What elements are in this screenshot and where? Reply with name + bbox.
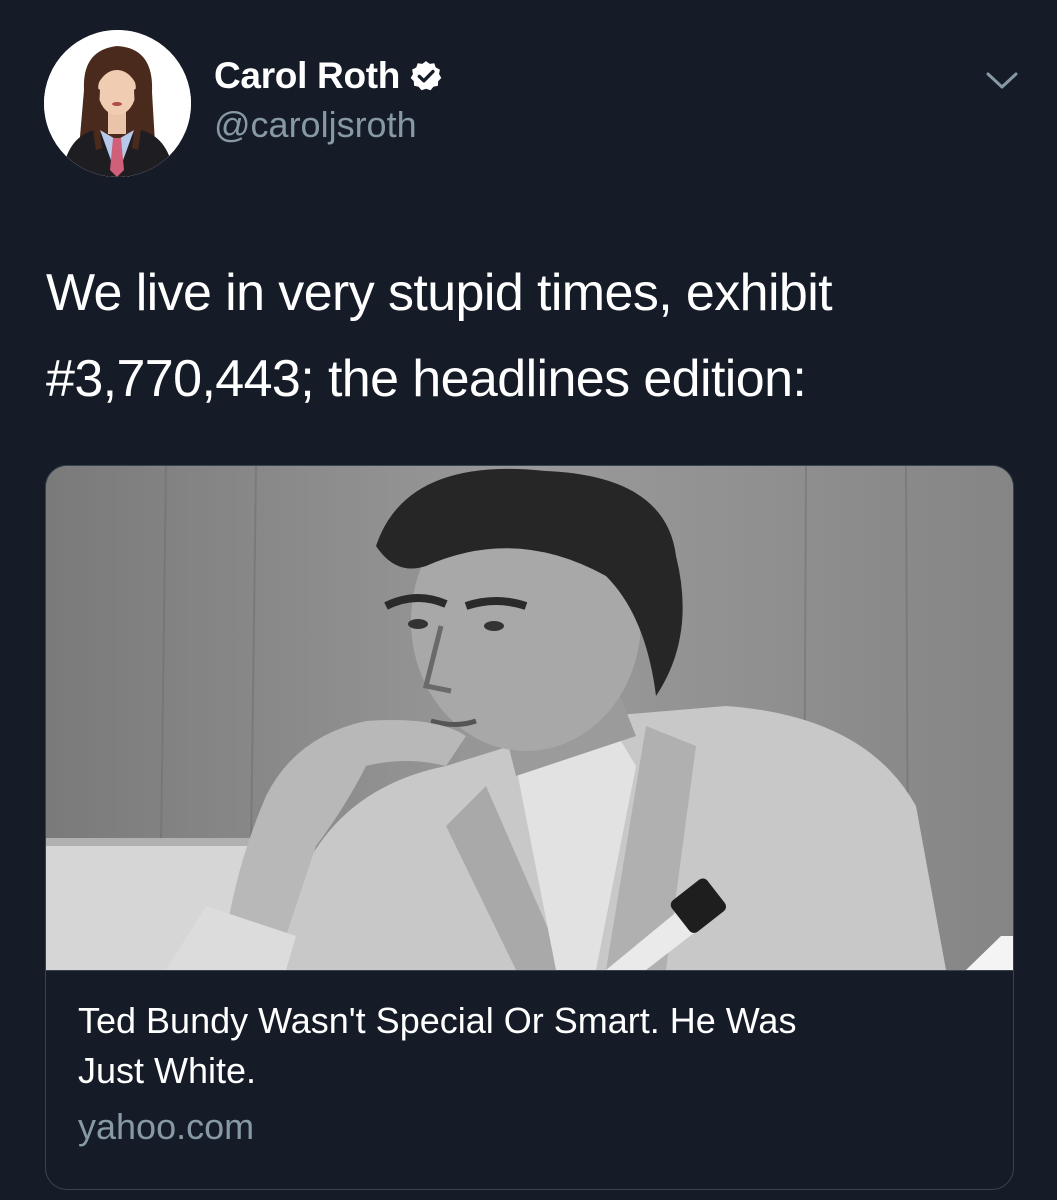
- link-card[interactable]: Ted Bundy Wasn't Special Or Smart. He Wa…: [45, 465, 1014, 1190]
- tweet-text-line: #3,770,443; the headlines edition:: [46, 350, 807, 408]
- card-domain[interactable]: yahoo.com: [78, 1106, 254, 1148]
- card-title[interactable]: Ted Bundy Wasn't Special Or Smart. He Wa…: [78, 996, 978, 1096]
- card-title-line[interactable]: Ted Bundy Wasn't Special Or Smart. He Wa…: [78, 996, 978, 1046]
- verified-badge-icon: [409, 59, 443, 93]
- card-image[interactable]: [46, 466, 1013, 971]
- tweet[interactable]: Carol Roth @caroljsroth We live in very …: [0, 0, 1057, 1200]
- photo-icon: [46, 466, 1013, 970]
- tweet-text-line: We live in very stupid times, exhibit: [46, 264, 833, 322]
- card-title-line[interactable]: Just White.: [78, 1046, 978, 1096]
- display-name[interactable]: Carol Roth: [214, 55, 400, 97]
- chevron-down-icon[interactable]: [985, 70, 1019, 92]
- author-handle[interactable]: @caroljsroth: [214, 104, 417, 146]
- tweet-text: We live in very stupid times, exhibit #3…: [46, 250, 1016, 422]
- avatar[interactable]: [44, 30, 191, 177]
- avatar-photo-icon: [44, 30, 191, 177]
- author-name-row[interactable]: Carol Roth: [214, 53, 443, 99]
